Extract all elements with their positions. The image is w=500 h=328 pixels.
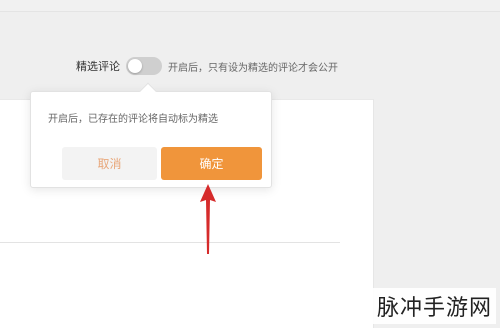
popover-message: 开启后，已存在的评论将自动标为精选 bbox=[48, 114, 218, 125]
featured-comments-label: 精选评论 bbox=[76, 61, 120, 73]
cancel-button[interactable]: 取消 bbox=[62, 147, 157, 180]
content-divider bbox=[0, 242, 340, 243]
red-arrow-up-icon bbox=[200, 184, 216, 254]
top-strip bbox=[0, 0, 500, 12]
featured-comments-toolbar: 精选评论 开启后，只有设为精选的评论才会公开 bbox=[76, 56, 338, 76]
toggle-knob bbox=[128, 59, 142, 73]
featured-comments-toggle[interactable] bbox=[126, 57, 162, 75]
page: 精选评论 开启后，只有设为精选的评论才会公开 开启后，已存在的评论将自动标为精选… bbox=[0, 0, 500, 328]
featured-comments-hint: 开启后，只有设为精选的评论才会公开 bbox=[168, 62, 338, 74]
watermark: 脉冲手游网 bbox=[372, 288, 496, 324]
confirm-button[interactable]: 确定 bbox=[161, 147, 262, 180]
popover-arrow bbox=[139, 82, 157, 100]
confirm-popover: 开启后，已存在的评论将自动标为精选 取消 确定 bbox=[30, 82, 272, 188]
